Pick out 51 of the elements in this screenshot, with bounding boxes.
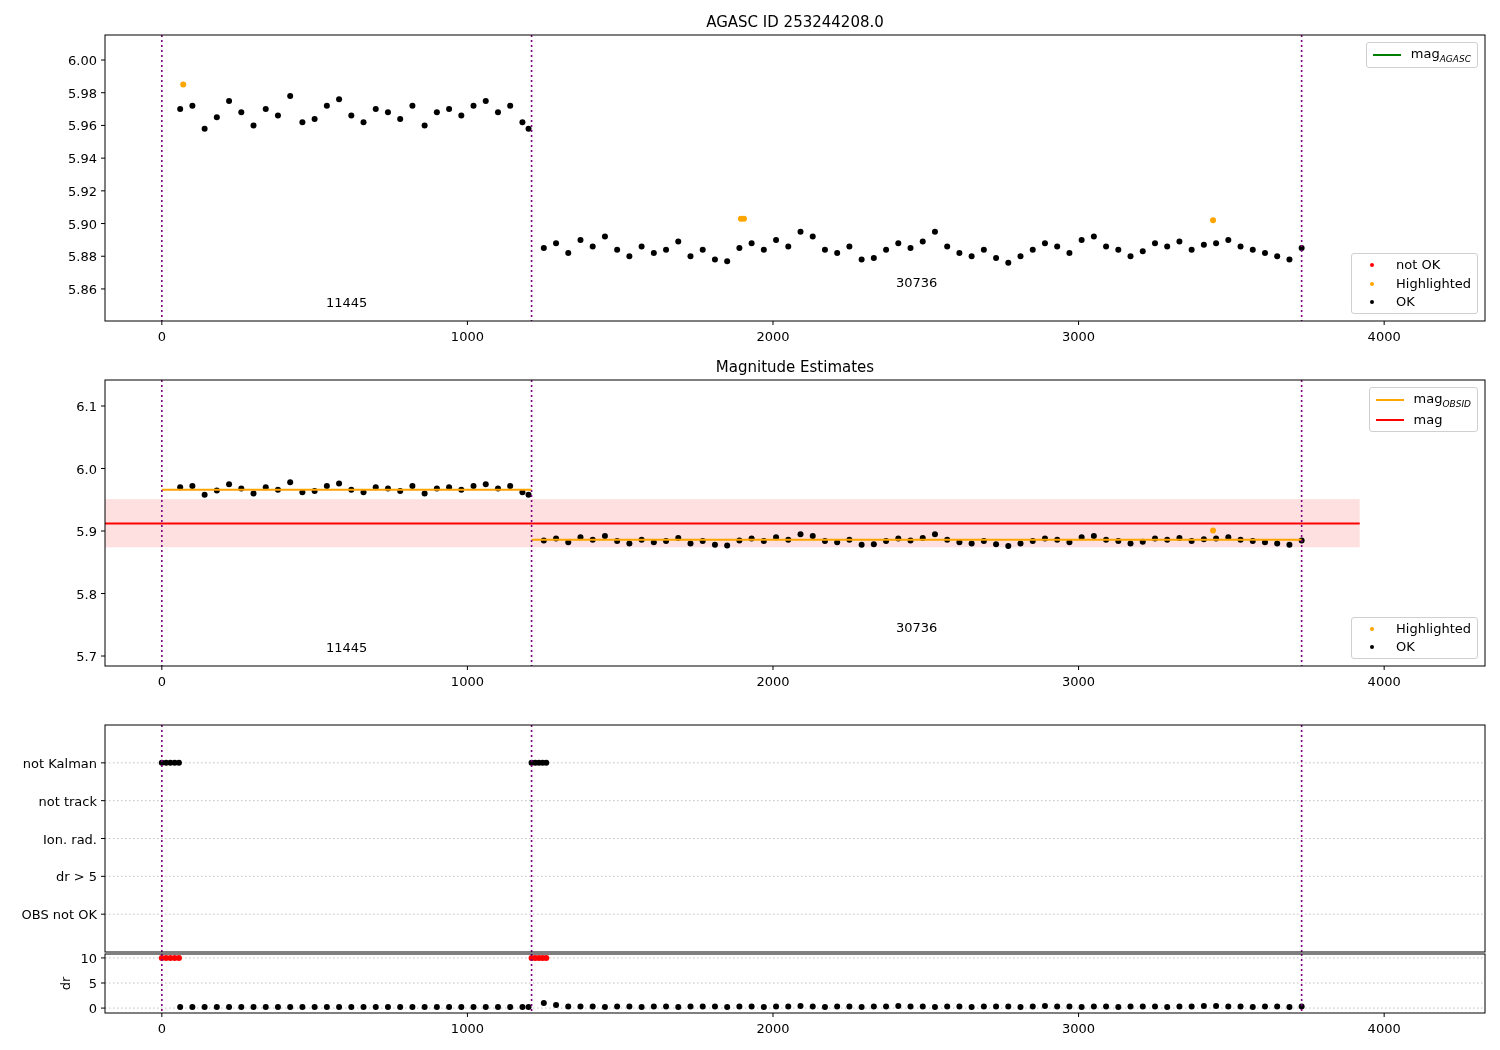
tick-label: 6.1 (76, 399, 97, 414)
tick-label: 1000 (450, 329, 484, 344)
tick-label: 0 (88, 1001, 97, 1017)
segment-label: 11445 (326, 640, 368, 655)
tick-label: 4000 (1367, 674, 1401, 689)
tick-label: 6.00 (68, 53, 97, 68)
legend-label: mag$_{OBSID}$ (1413, 391, 1471, 410)
tick-label: 5.9 (76, 524, 97, 539)
legend-label: OK (1396, 294, 1415, 310)
chart-title: AGASC ID 253244208.0 (706, 13, 884, 31)
tick-label: 10 (80, 953, 97, 966)
axis-label: dr (58, 976, 73, 991)
tick-label: 5.90 (68, 216, 97, 232)
segment-label: 11445 (326, 295, 368, 310)
tick-label: dr > 5 (55, 869, 97, 885)
tick-label: 2000 (756, 1021, 790, 1036)
tick-label: 5.8 (76, 586, 97, 602)
tick-label: not track (38, 793, 97, 809)
tick-label: 1000 (450, 674, 484, 689)
segment-label: 30736 (895, 620, 938, 635)
tick-label: 5.94 (68, 151, 97, 167)
tick-label: 3000 (1062, 674, 1096, 689)
tick-label: not Kalman (22, 755, 97, 771)
tick-label: 6.0 (76, 461, 97, 477)
legend-label: mag (1413, 412, 1443, 428)
tick-label: 5.92 (68, 183, 97, 199)
legend-label: Highlighted (1396, 620, 1471, 637)
legend-label: mag$_{AGASC}$ (1410, 46, 1471, 65)
tick-label: 3000 (1062, 1021, 1096, 1036)
tick-label: 0 (157, 329, 166, 344)
tick-label: 5.96 (68, 118, 97, 134)
tick-label: 5.7 (76, 649, 97, 664)
tick-label: 5.98 (68, 85, 97, 101)
tick-label: 5.88 (68, 249, 97, 265)
tick-label: 3000 (1062, 329, 1096, 344)
tick-label: Ion. rad. (43, 831, 97, 847)
legend-label: OK (1396, 639, 1415, 655)
tick-label: 2000 (756, 329, 790, 344)
segment-label: 30736 (895, 275, 938, 290)
tick-label: OBS not OK (21, 907, 97, 923)
tick-label: 5.86 (68, 281, 97, 297)
legend-label: Highlighted (1396, 275, 1471, 292)
tick-label: 2000 (756, 674, 790, 689)
tick-label: 0 (157, 674, 166, 689)
tick-label: 4000 (1367, 329, 1401, 344)
legend-label: not OK (1396, 257, 1441, 273)
tick-label: 0 (157, 1021, 166, 1036)
tick-label: 1000 (450, 1021, 484, 1036)
chart-title: Magnitude Estimates (715, 358, 875, 376)
tick-label: 4000 (1367, 1021, 1401, 1036)
tick-label: 5 (88, 976, 97, 991)
